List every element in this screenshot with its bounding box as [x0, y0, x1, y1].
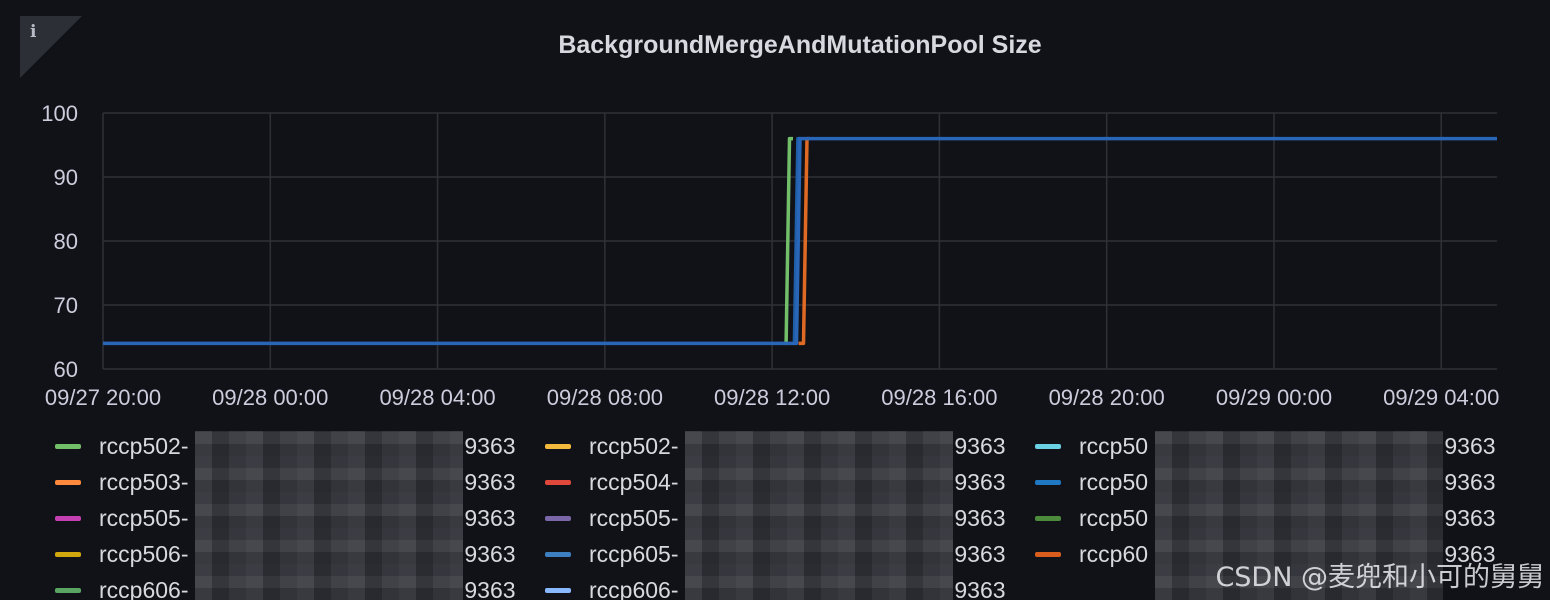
legend-item[interactable]: rccp505-	[545, 503, 678, 533]
legend-label-suffix: :9363	[458, 468, 516, 495]
legend-item[interactable]: rccp50	[1035, 467, 1148, 497]
legend-swatch	[55, 551, 81, 557]
redaction-mask	[195, 431, 463, 600]
legend-swatch	[545, 479, 571, 485]
graph-panel: i BackgroundMergeAndMutationPool Size 60…	[0, 0, 1550, 600]
legend-item[interactable]: rccp505-	[55, 503, 188, 533]
legend-label: rccp502-	[99, 432, 189, 459]
legend-item[interactable]: rccp504-	[545, 467, 678, 497]
legend-item[interactable]: rccp502-	[545, 431, 678, 461]
legend-item[interactable]: rccp606-	[55, 575, 188, 600]
y-tick-label: 90	[54, 165, 78, 190]
legend-label: rccp506-	[99, 540, 189, 567]
legend-label-suffix: :9363	[948, 540, 1006, 567]
legend-label: rccp606-	[589, 576, 679, 600]
legend-label: rccp504-	[589, 468, 679, 495]
legend-swatch	[545, 515, 571, 521]
legend-swatch	[55, 479, 81, 485]
legend-swatch	[1035, 443, 1061, 449]
legend-label: rccp503-	[99, 468, 189, 495]
y-tick-label: 70	[54, 293, 78, 318]
x-tick-label: 09/29 00:00	[1216, 385, 1332, 410]
legend-swatch	[545, 443, 571, 449]
legend-item[interactable]: rccp60	[1035, 539, 1148, 569]
x-tick-label: 09/28 20:00	[1049, 385, 1165, 410]
legend-label: rccp505-	[589, 504, 679, 531]
redaction-mask	[685, 431, 953, 600]
legend-swatch	[1035, 515, 1061, 521]
x-tick-label: 09/28 04:00	[379, 385, 495, 410]
legend-label-suffix: :9363	[458, 432, 516, 459]
legend-swatch	[1035, 551, 1061, 557]
legend-label-suffix: :9363	[948, 576, 1006, 600]
legend-item[interactable]: rccp605-	[545, 539, 678, 569]
legend-item[interactable]: rccp606-	[545, 575, 678, 600]
x-axis-ticks: 09/27 20:00 09/28 00:00 09/28 04:00 09/28 0…	[45, 385, 1499, 410]
legend-swatch	[1035, 479, 1061, 485]
legend-item[interactable]: rccp506-	[55, 539, 188, 569]
legend-label-suffix: :9363	[948, 432, 1006, 459]
legend-swatch	[55, 587, 81, 593]
legend-item[interactable]: rccp503-	[55, 467, 188, 497]
legend-item[interactable]: rccp50	[1035, 431, 1148, 461]
legend-swatch	[545, 551, 571, 557]
legend-label: rccp502-	[589, 432, 679, 459]
line-chart: 60 70 80 90 100 09/27 20:00 09/28 00:00 09/28 …	[41, 101, 1499, 410]
x-tick-label: 09/28 12:00	[714, 385, 830, 410]
y-tick-label: 100	[41, 101, 78, 126]
legend-label: rccp505-	[99, 504, 189, 531]
legend-label-suffix: :9363	[458, 504, 516, 531]
y-tick-label: 60	[54, 357, 78, 382]
legend-label-suffix: :9363	[458, 540, 516, 567]
legend-label: rccp606-	[99, 576, 189, 600]
x-tick-label: 09/27 20:00	[45, 385, 161, 410]
legend-swatch	[55, 515, 81, 521]
legend-label: rccp605-	[589, 540, 679, 567]
x-tick-label: 09/29 04:00	[1383, 385, 1499, 410]
legend-label-suffix: :9363	[1438, 432, 1496, 459]
legend-label-suffix: :9363	[1438, 468, 1496, 495]
legend-label-suffix: :9363	[948, 504, 1006, 531]
legend-item[interactable]: rccp50	[1035, 503, 1148, 533]
y-axis-ticks: 60 70 80 90 100	[41, 101, 78, 382]
watermark: CSDN @麦兜和小可的舅舅	[1215, 562, 1544, 593]
legend-label: rccp50	[1079, 504, 1149, 531]
legend-swatch	[545, 587, 571, 593]
legend-label: rccp50	[1079, 468, 1149, 495]
x-tick-label: 09/28 08:00	[547, 385, 663, 410]
legend-item[interactable]: rccp502-	[55, 431, 188, 461]
x-tick-label: 09/28 16:00	[881, 385, 997, 410]
legend-label: rccp60	[1079, 540, 1149, 567]
y-tick-label: 80	[54, 229, 78, 254]
legend-label-suffix: :9363	[458, 576, 516, 600]
x-tick-label: 09/28 00:00	[212, 385, 328, 410]
legend-swatch	[55, 443, 81, 449]
legend-label-suffix: :9363	[948, 468, 1006, 495]
legend-label-suffix: :9363	[1438, 504, 1496, 531]
legend-label: rccp50	[1079, 432, 1149, 459]
